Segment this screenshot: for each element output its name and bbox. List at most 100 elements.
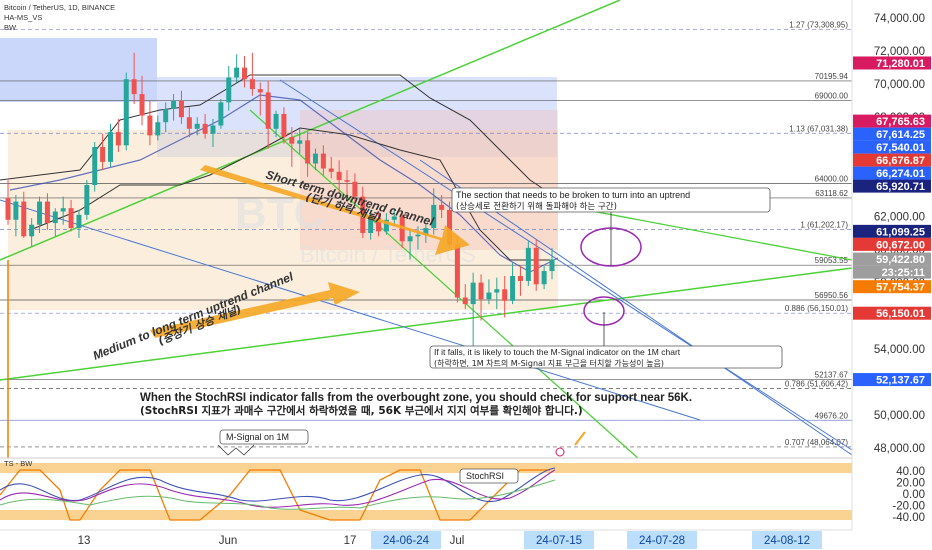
- price-tag: 56,150.01: [876, 308, 925, 320]
- candle-body: [336, 171, 342, 181]
- candle-body: [21, 201, 27, 237]
- candle-body: [52, 211, 58, 224]
- price-tick: 72,000.00: [874, 46, 925, 58]
- level-label: 56950.56: [815, 291, 849, 300]
- level-label: 52137.67: [815, 371, 849, 380]
- price-tick: 74,000.00: [874, 13, 925, 25]
- candle-body: [486, 292, 492, 300]
- candle-body: [186, 117, 192, 129]
- indicator-1: HA-MS_VS: [4, 13, 42, 22]
- price-tag: 67,614.25: [876, 129, 925, 141]
- candle-body: [470, 282, 476, 305]
- candle-body: [454, 244, 460, 298]
- candle-body: [249, 79, 255, 90]
- candle-body: [123, 79, 129, 146]
- level-label: 1 (61,202.17): [800, 221, 848, 230]
- oscillator-tick: 0.00: [903, 489, 925, 501]
- level-label: 49676.20: [815, 411, 849, 420]
- candle-body: [305, 140, 311, 164]
- oscillator-tick: -20.00: [892, 500, 925, 512]
- level-label: 69000.00: [815, 92, 849, 101]
- candle-body: [462, 297, 468, 305]
- price-tag: 65,920.71: [876, 181, 925, 193]
- candle-body: [13, 201, 19, 220]
- break-callout-ko: (상승세로 전환하기 위해 돌파해야 하는 구간): [456, 201, 617, 212]
- candle-body: [44, 201, 50, 224]
- candle-body: [257, 89, 263, 93]
- candle-body: [415, 234, 421, 237]
- price-tag: 23:25:11: [882, 267, 925, 279]
- time-label: Jul: [450, 535, 465, 547]
- candle-body: [29, 224, 35, 237]
- candle-body: [281, 113, 287, 138]
- price-tag: 67,540.01: [876, 142, 925, 154]
- time-highlight: 24-06-24: [383, 535, 430, 547]
- price-tick: 54,000.00: [874, 344, 925, 356]
- oscillator-tick: -40.00: [892, 512, 925, 524]
- candle-body: [541, 271, 547, 285]
- break-callout-en: The section that needs to be broken to t…: [456, 190, 690, 200]
- candle-body: [533, 247, 539, 285]
- candle-body: [60, 208, 66, 212]
- level-label: 63118.62: [815, 189, 848, 198]
- fall-callout-ko: (하락하면, 1M 차트의 M-Signal 지표 부근을 터치할 가능성이 높…: [434, 358, 664, 368]
- time-label: 13: [78, 535, 91, 547]
- msignal-label: M-Signal on 1M: [226, 432, 289, 442]
- oscillator-tick: 20.00: [896, 478, 925, 490]
- candle-body: [163, 108, 169, 123]
- candle-body: [178, 100, 184, 118]
- price-tag: 66,274.01: [876, 168, 925, 180]
- candle-body: [525, 247, 531, 281]
- candle-body: [147, 115, 153, 136]
- candle-body: [242, 67, 248, 80]
- candle-body: [115, 132, 121, 146]
- candle-body: [234, 67, 240, 78]
- candle-body: [510, 276, 516, 301]
- candle-body: [517, 276, 523, 281]
- candle-body: [273, 113, 279, 129]
- candle-body: [84, 185, 90, 215]
- price-tag: 59,422.80: [876, 254, 925, 266]
- candle-body: [5, 198, 11, 220]
- candle-body: [210, 125, 216, 134]
- time-highlight: 24-07-28: [639, 535, 685, 547]
- level-label: 70195.94: [815, 72, 849, 81]
- candle-body: [139, 94, 145, 116]
- level-label: 1.13 (67,031.38): [789, 124, 848, 133]
- indicator-2: BW: [4, 23, 17, 32]
- spike-marker: [555, 447, 565, 457]
- candle-body: [194, 123, 200, 129]
- candle-body: [218, 102, 224, 126]
- time-label: 17: [344, 535, 357, 547]
- oscillator-stochrsi-label: StochRSI: [466, 471, 504, 481]
- candle-body: [502, 289, 508, 301]
- candle-body: [439, 204, 445, 210]
- oversold-band: [0, 510, 852, 520]
- price-tag: 57,754.37: [876, 282, 925, 294]
- candle-body: [328, 168, 334, 172]
- oscillator-tick: 40.00: [896, 466, 925, 478]
- price-chart[interactable]: BTC Bitcoin / TetherUS 1.27 (73,308.95)7…: [0, 0, 932, 550]
- candle-body: [549, 259, 555, 272]
- spike-orange: [574, 431, 586, 446]
- price-tag: 52,137.67: [876, 375, 925, 387]
- fall-callout-en: If it falls, it is likely to touch the M…: [434, 347, 681, 357]
- oscillator-pane: StochRSI TS - BW: [0, 457, 852, 530]
- chart-stage: BTC Bitcoin / TetherUS 1.27 (73,308.95) 7…: [0, 0, 932, 550]
- candle-body: [155, 122, 161, 136]
- stochrsi-note-en: When the StochRSI indicator falls from t…: [140, 392, 692, 404]
- candle-body: [226, 77, 232, 103]
- time-highlight: 24-07-15: [536, 535, 582, 547]
- candle-body: [344, 180, 350, 182]
- price-tag: 66,676.87: [876, 155, 925, 167]
- candle-body: [478, 282, 484, 300]
- level-label: 0.786 (51,606.42): [785, 379, 848, 388]
- level-label: 1.27 (73,308.95): [789, 20, 848, 29]
- candle-body: [100, 147, 106, 162]
- level-label: 59053.55: [815, 256, 849, 265]
- price-tick: 50,000.00: [874, 410, 925, 422]
- candle-body: [265, 92, 271, 129]
- candle-body: [92, 147, 98, 186]
- price-tick: 62,000.00: [874, 211, 925, 223]
- price-tag: 67,765.63: [876, 116, 925, 128]
